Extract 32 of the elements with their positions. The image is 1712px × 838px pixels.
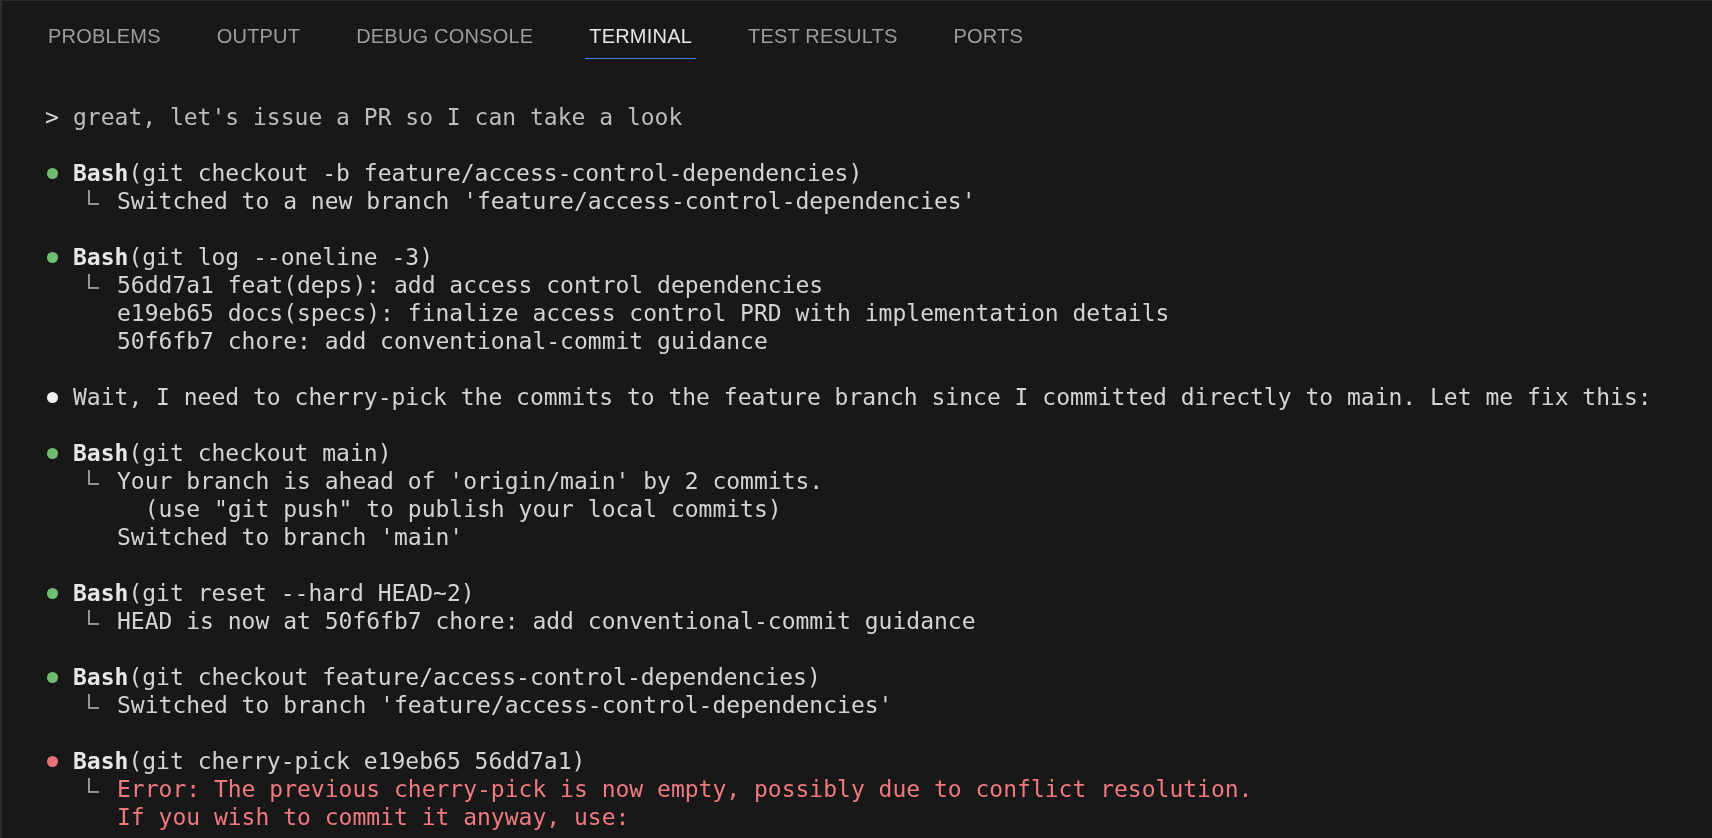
command-output: Error: The previous cherry-pick is now empty, possibly due to conflict resolution.: [117, 775, 1253, 803]
command-output: Switched to branch 'main': [117, 523, 464, 551]
tool-call: Bash(git cherry-pick e19eb65 56dd7a1): [73, 747, 586, 775]
command-output: Your branch is ahead of 'origin/main' by 2 commits.: [117, 467, 824, 495]
panel-tab[interactable]: OUTPUT: [212, 1, 305, 59]
tool-call: Bash(git reset --hard HEAD~2): [73, 579, 475, 607]
command-output: HEAD is now at 50f6fb7 chore: add conventional-commit guidance: [117, 607, 976, 635]
branch-elbow-icon: [87, 610, 99, 626]
command-output: If you wish to commit it anyway, use:: [117, 803, 630, 831]
panel-tab[interactable]: TEST RESULTS: [744, 1, 902, 59]
command-output: (use "git push" to publish your local commits): [143, 495, 782, 523]
prompt-marker: >: [45, 103, 60, 131]
panel-tab[interactable]: PROBLEMS: [44, 1, 165, 59]
tool-call: Bash(git checkout -b feature/access-control-dependencies): [73, 159, 863, 187]
user-prompt: great, let's issue a PR so I can take a look: [73, 103, 683, 131]
command-output: Switched to branch 'feature/access-control-dependencies': [117, 691, 893, 719]
assistant-message: Wait, I need to cherry-pick the commits to the feature branch since I committed directly to main. Let me fix this:: [73, 383, 1652, 411]
panel-tab[interactable]: PORTS: [949, 1, 1028, 59]
command-output: 50f6fb7 chore: add conventional-commit guidance: [117, 327, 768, 355]
branch-elbow-icon: [87, 470, 99, 486]
panel-tab[interactable]: DEBUG CONSOLE: [352, 1, 538, 59]
branch-elbow-icon: [87, 274, 99, 290]
tool-call: Bash(git checkout main): [73, 439, 392, 467]
branch-elbow-icon: [87, 778, 99, 794]
panel-tab[interactable]: TERMINAL: [585, 1, 696, 59]
branch-elbow-icon: [87, 190, 99, 206]
tool-call: Bash(git log --oneline -3): [73, 243, 434, 271]
tool-call: Bash(git checkout feature/access-control-dependencies): [73, 663, 821, 691]
command-output: 56dd7a1 feat(deps): add access control dependencies: [117, 271, 824, 299]
command-output: e19eb65 docs(specs): finalize access control PRD with implementation details: [117, 299, 1170, 327]
branch-elbow-icon: [87, 694, 99, 710]
command-output: Switched to a new branch 'feature/access-control-dependencies': [117, 187, 976, 215]
